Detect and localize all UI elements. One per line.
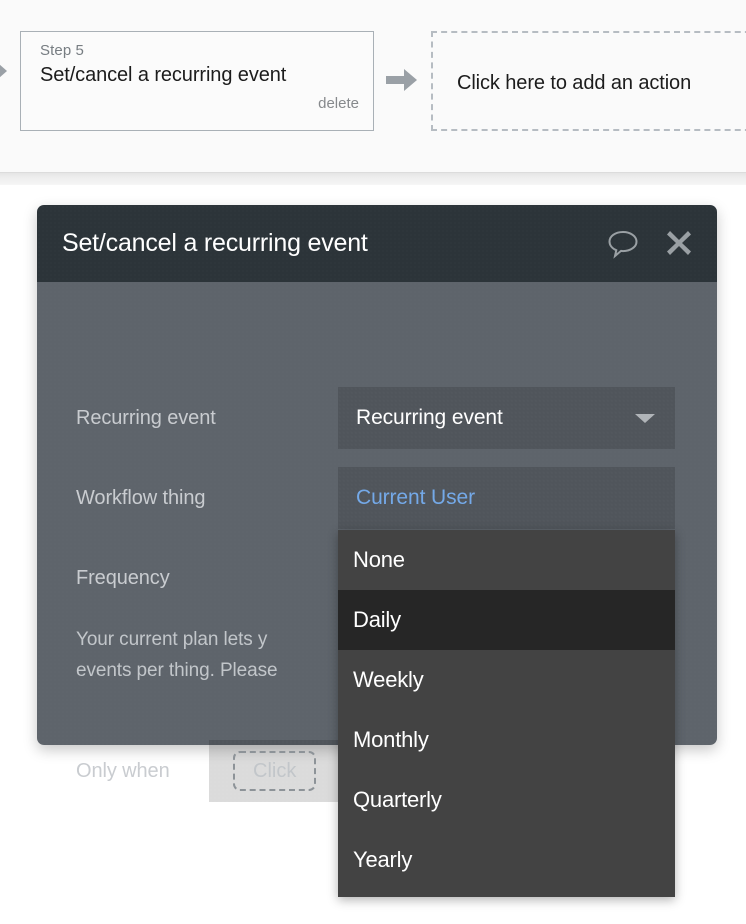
field-row-recurring-event: Recurring event Recurring event — [37, 387, 717, 449]
step-number-label: Step 5 — [40, 42, 84, 59]
workflow-thing-value: Current User — [356, 486, 475, 509]
recurring-event-label: Recurring event — [76, 407, 216, 429]
recurring-event-value: Recurring event — [356, 406, 503, 429]
dialog-header: Set/cancel a recurring event — [37, 205, 717, 282]
workflow-thing-input[interactable]: Current User — [338, 467, 675, 529]
speech-bubble-icon[interactable] — [607, 229, 639, 259]
frequency-label: Frequency — [76, 567, 170, 589]
add-action-label: Click here to add an action — [457, 72, 692, 94]
dropdown-option[interactable]: Weekly — [338, 650, 675, 710]
strip-divider-line — [0, 172, 746, 173]
only-when-label: Only when — [76, 760, 170, 782]
dropdown-option[interactable]: Monthly — [338, 710, 675, 770]
chevron-down-icon — [635, 414, 655, 423]
close-x-icon[interactable] — [664, 228, 694, 258]
add-action-placeholder-card[interactable]: Click here to add an action — [431, 31, 746, 131]
workflow-step-card[interactable]: Step 5 Set/cancel a recurring event dele… — [20, 31, 374, 131]
field-row-workflow-thing: Workflow thing Current User — [37, 467, 717, 529]
recurring-event-select[interactable]: Recurring event — [338, 387, 675, 449]
strip-divider — [0, 172, 746, 185]
dropdown-option[interactable]: None — [338, 530, 675, 590]
only-when-placeholder[interactable]: Click — [233, 751, 317, 791]
flow-arrow-right-icon — [386, 66, 418, 94]
workflow-editor-strip: Step 5 Set/cancel a recurring event dele… — [0, 0, 746, 172]
dropdown-option[interactable]: Quarterly — [338, 770, 675, 830]
dialog-title: Set/cancel a recurring event — [62, 229, 368, 257]
dropdown-option[interactable]: Yearly — [338, 830, 675, 890]
step-title-label: Set/cancel a recurring event — [40, 64, 287, 86]
workflow-thing-label: Workflow thing — [76, 487, 206, 509]
dropdown-option[interactable]: Daily — [338, 590, 675, 650]
flow-arrow-incoming-icon — [0, 58, 7, 84]
step-delete-link[interactable]: delete — [40, 94, 359, 114]
frequency-dropdown-list[interactable]: None Daily Weekly Monthly Quarterly Yearly — [338, 530, 675, 897]
